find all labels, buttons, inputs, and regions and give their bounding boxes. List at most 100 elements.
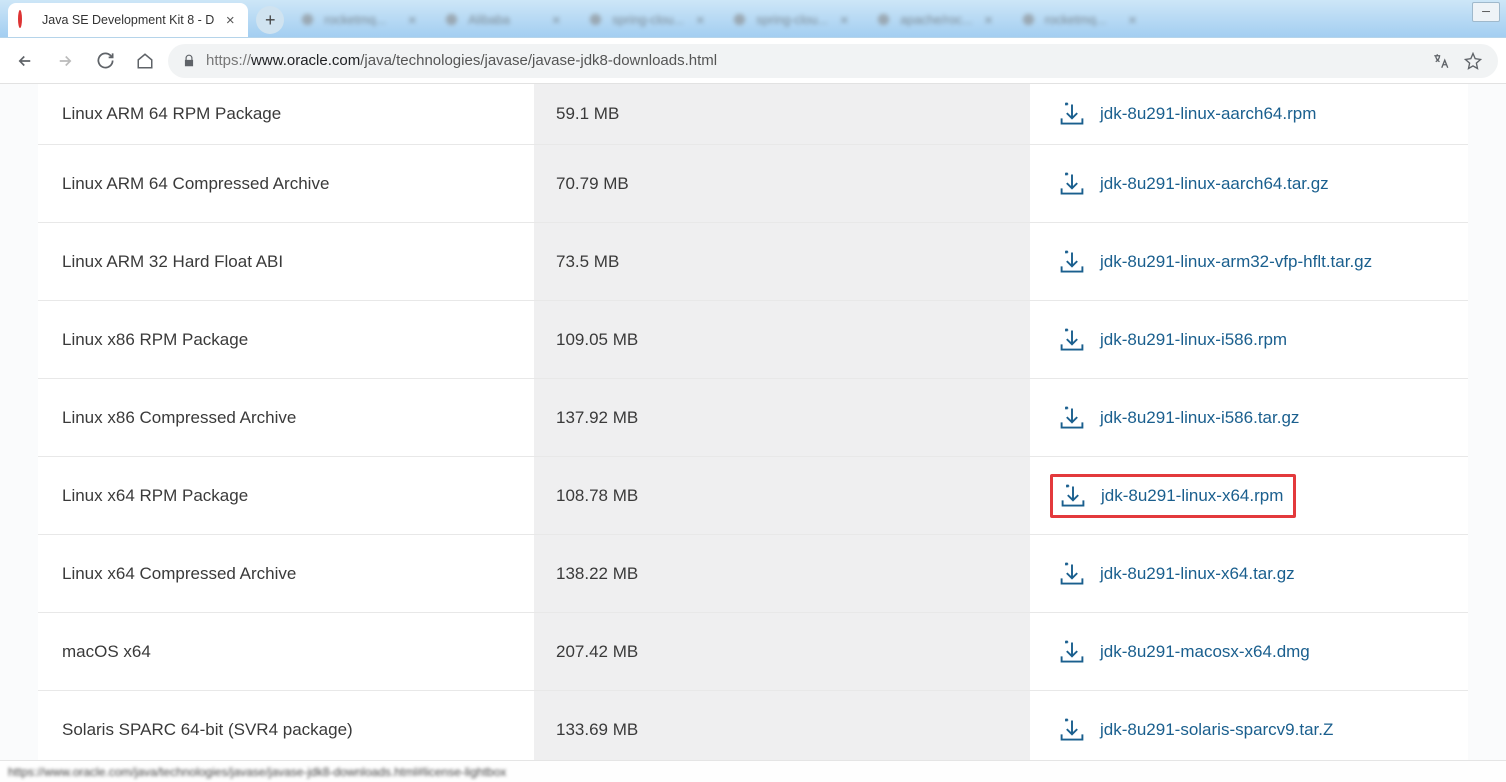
table-row: Solaris SPARC 64-bit (SVR4 package)133.6… — [38, 691, 1468, 760]
tab-title: spring-clou... — [756, 13, 828, 27]
download-filename: jdk-8u291-solaris-sparcv9.tar.Z — [1100, 720, 1333, 740]
minimize-button[interactable]: ─ — [1472, 2, 1500, 22]
download-icon — [1059, 483, 1087, 509]
download-icon — [1058, 101, 1086, 127]
downloads-table: Linux ARM 64 RPM Package59.1 MB jdk-8u291… — [38, 84, 1468, 760]
inactive-tab[interactable]: spring-clou... × — [722, 3, 862, 37]
download-cell: jdk-8u291-linux-aarch64.rpm — [1030, 84, 1468, 144]
tab-close-icon[interactable]: × — [836, 12, 852, 28]
download-filename: jdk-8u291-linux-i586.tar.gz — [1100, 408, 1299, 428]
download-cell: jdk-8u291-macosx-x64.dmg — [1030, 613, 1468, 690]
tab-title: Alibaba — [468, 13, 540, 27]
size-cell: 73.5 MB — [534, 223, 1030, 300]
address-bar[interactable]: https://www.oracle.com/java/technologies… — [168, 44, 1498, 78]
product-cell: Linux ARM 64 Compressed Archive — [38, 145, 534, 222]
tab-close-icon[interactable]: × — [404, 12, 420, 28]
tab-title: Java SE Development Kit 8 - D — [42, 13, 214, 27]
table-row: Linux x86 Compressed Archive137.92 MBjdk… — [38, 379, 1468, 457]
download-link[interactable]: jdk-8u291-linux-arm32-vfp-hflt.tar.gz — [1058, 249, 1372, 275]
product-cell: Linux x64 RPM Package — [38, 457, 534, 534]
download-cell: jdk-8u291-solaris-sparcv9.tar.Z — [1030, 691, 1468, 760]
download-icon — [1058, 717, 1086, 743]
table-row: macOS x64207.42 MB jdk-8u291-macosx-x64.d… — [38, 613, 1468, 691]
download-link[interactable]: jdk-8u291-macosx-x64.dmg — [1058, 639, 1310, 665]
product-cell: Linux x86 RPM Package — [38, 301, 534, 378]
download-icon — [1058, 561, 1086, 587]
favicon-icon — [732, 12, 748, 28]
tab-close-icon[interactable]: × — [222, 12, 238, 28]
tab-title: spring-clou... — [612, 13, 684, 27]
home-button[interactable] — [128, 44, 162, 78]
new-tab-button[interactable]: + — [256, 6, 284, 34]
download-cell: jdk-8u291-linux-i586.tar.gz — [1030, 379, 1468, 456]
tab-title: rocketmq... — [324, 13, 396, 27]
table-row: Linux ARM 64 RPM Package59.1 MB jdk-8u291… — [38, 84, 1468, 145]
inactive-tab[interactable]: spring-clou... × — [578, 3, 718, 37]
reload-button[interactable] — [88, 44, 122, 78]
product-cell: Linux x64 Compressed Archive — [38, 535, 534, 612]
size-cell: 207.42 MB — [534, 613, 1030, 690]
table-row: Linux x64 Compressed Archive138.22 MBjdk… — [38, 535, 1468, 613]
page-content: Linux ARM 64 RPM Package59.1 MB jdk-8u291… — [0, 84, 1506, 760]
size-cell: 109.05 MB — [534, 301, 1030, 378]
tab-close-icon[interactable]: × — [692, 12, 708, 28]
download-filename: jdk-8u291-linux-i586.rpm — [1100, 330, 1287, 350]
tab-strip: Java SE Development Kit 8 - D × + rocket… — [0, 0, 1151, 37]
product-cell: Linux ARM 64 RPM Package — [38, 84, 534, 144]
download-cell: jdk-8u291-linux-aarch64.tar.gz — [1030, 145, 1468, 222]
download-filename: jdk-8u291-linux-aarch64.rpm — [1100, 104, 1316, 124]
download-link[interactable]: jdk-8u291-solaris-sparcv9.tar.Z — [1058, 717, 1333, 743]
download-icon — [1058, 327, 1086, 353]
url-text: https://www.oracle.com/java/technologies… — [206, 52, 1420, 69]
browser-titlebar: Java SE Development Kit 8 - D × + rocket… — [0, 0, 1506, 38]
download-filename: jdk-8u291-linux-arm32-vfp-hflt.tar.gz — [1100, 252, 1372, 272]
back-button[interactable] — [8, 44, 42, 78]
tab-title: apache/roc... — [900, 13, 972, 27]
download-icon — [1058, 171, 1086, 197]
product-cell: Solaris SPARC 64-bit (SVR4 package) — [38, 691, 534, 760]
table-row: Linux ARM 32 Hard Float ABI73.5 MB jdk-8u… — [38, 223, 1468, 301]
tab-close-icon[interactable]: × — [981, 12, 997, 28]
active-tab[interactable]: Java SE Development Kit 8 - D × — [8, 3, 248, 37]
size-cell: 137.92 MB — [534, 379, 1030, 456]
inactive-tab[interactable]: rocketmq... × — [1011, 3, 1151, 37]
favicon-icon — [876, 12, 892, 28]
inactive-tab[interactable]: apache/roc... × — [866, 3, 1006, 37]
tab-title: rocketmq... — [1045, 13, 1117, 27]
tab-close-icon[interactable]: × — [548, 12, 564, 28]
favicon-icon — [300, 12, 316, 28]
download-link[interactable]: jdk-8u291-linux-aarch64.rpm — [1058, 101, 1316, 127]
table-row: Linux x86 RPM Package109.05 MB jdk-8u291-… — [38, 301, 1468, 379]
window-controls: ─ — [1472, 2, 1500, 22]
download-cell: jdk-8u291-linux-x64.tar.gz — [1030, 535, 1468, 612]
size-cell: 59.1 MB — [534, 84, 1030, 144]
size-cell: 70.79 MB — [534, 145, 1030, 222]
download-filename: jdk-8u291-linux-x64.tar.gz — [1100, 564, 1295, 584]
favicon-icon — [588, 12, 604, 28]
download-cell: jdk-8u291-linux-x64.rpm — [1030, 457, 1468, 534]
status-text: https://www.oracle.com/java/technologies… — [8, 765, 506, 779]
inactive-tab[interactable]: rocketmq... × — [290, 3, 430, 37]
download-link[interactable]: jdk-8u291-linux-i586.tar.gz — [1058, 405, 1299, 431]
download-icon — [1058, 405, 1086, 431]
table-row: Linux x64 RPM Package108.78 MB jdk-8u291-… — [38, 457, 1468, 535]
lock-icon — [182, 54, 196, 68]
inactive-tab[interactable]: Alibaba × — [434, 3, 574, 37]
forward-button[interactable] — [48, 44, 82, 78]
size-cell: 108.78 MB — [534, 457, 1030, 534]
download-link[interactable]: jdk-8u291-linux-x64.tar.gz — [1058, 561, 1295, 587]
table-row: Linux ARM 64 Compressed Archive70.79 MB j… — [38, 145, 1468, 223]
download-filename: jdk-8u291-linux-x64.rpm — [1101, 486, 1283, 506]
download-link[interactable]: jdk-8u291-linux-i586.rpm — [1058, 327, 1287, 353]
product-cell: Linux ARM 32 Hard Float ABI — [38, 223, 534, 300]
browser-toolbar: https://www.oracle.com/java/technologies… — [0, 38, 1506, 84]
star-icon[interactable] — [1462, 52, 1484, 70]
favicon-icon — [444, 12, 460, 28]
product-cell: macOS x64 — [38, 613, 534, 690]
tab-close-icon[interactable]: × — [1125, 12, 1141, 28]
download-link[interactable]: jdk-8u291-linux-x64.rpm — [1050, 474, 1296, 518]
download-cell: jdk-8u291-linux-i586.rpm — [1030, 301, 1468, 378]
download-link[interactable]: jdk-8u291-linux-aarch64.tar.gz — [1058, 171, 1329, 197]
download-icon — [1058, 249, 1086, 275]
translate-icon[interactable] — [1430, 52, 1452, 70]
